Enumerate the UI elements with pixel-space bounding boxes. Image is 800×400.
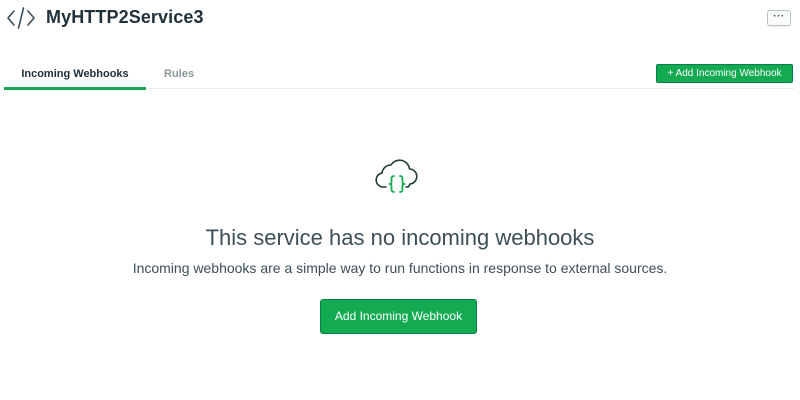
- tab-incoming-webhooks[interactable]: Incoming Webhooks: [4, 68, 146, 80]
- service-header: MyHTTP2Service3 ···: [0, 0, 800, 38]
- page-title: MyHTTP2Service3: [46, 7, 204, 27]
- cloud-braces-icon: [373, 158, 421, 200]
- code-brackets-icon: [6, 6, 36, 30]
- more-options-button[interactable]: ···: [767, 10, 791, 26]
- empty-state-title: This service has no incoming webhooks: [205, 225, 595, 250]
- page: MyHTTP2Service3 ··· Incoming Webhooks Ru…: [0, 0, 800, 400]
- add-incoming-webhook-button[interactable]: + Add Incoming Webhook: [656, 64, 793, 83]
- add-incoming-webhook-primary-button[interactable]: Add Incoming Webhook: [320, 299, 477, 334]
- empty-state-description: Incoming webhooks are a simple way to ru…: [132, 260, 668, 276]
- active-tab-indicator: [4, 87, 146, 90]
- ellipsis-icon: ···: [773, 10, 785, 22]
- tab-rules[interactable]: Rules: [164, 68, 194, 80]
